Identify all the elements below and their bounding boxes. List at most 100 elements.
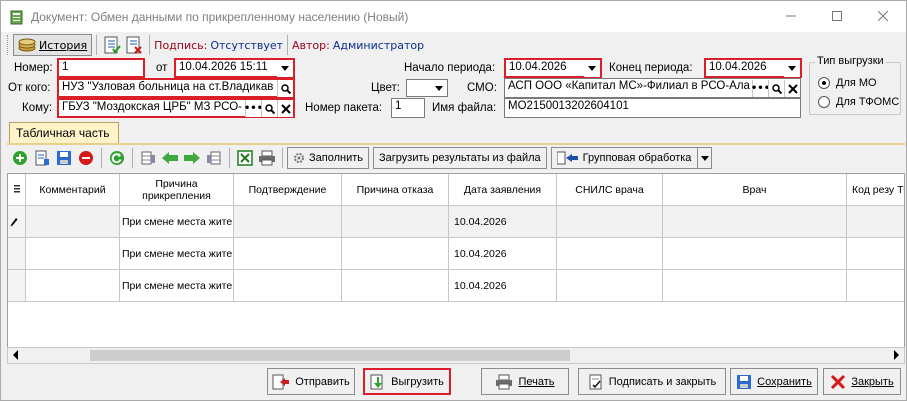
- row-indicator[interactable]: [8, 270, 26, 302]
- packet-field[interactable]: 1: [391, 98, 425, 118]
- column-header-result-code[interactable]: Код резу ТФО: [847, 174, 904, 206]
- smo-clear-button[interactable]: [784, 80, 800, 97]
- checklist-button[interactable]: [101, 34, 123, 56]
- table-cell-result-code[interactable]: [847, 206, 904, 238]
- filename-field[interactable]: MO2150013202604101: [504, 98, 801, 118]
- table-cell-refusal-reason[interactable]: [342, 238, 449, 270]
- minimize-button[interactable]: [768, 1, 814, 31]
- signature-value[interactable]: Отсутствует: [210, 39, 283, 52]
- table-cell-application-date[interactable]: 10.04.2026: [449, 206, 557, 238]
- column-header-application-date[interactable]: Дата заявления: [449, 174, 557, 206]
- row-indicator-header[interactable]: [8, 174, 26, 206]
- table-cell-result-code[interactable]: [847, 270, 904, 302]
- column-header-confirmation[interactable]: Подтверждение: [234, 174, 342, 206]
- table-cell-refusal-reason[interactable]: [342, 206, 449, 238]
- table-cell-attach-reason[interactable]: При смене места жите: [120, 238, 234, 270]
- table-cell-attach-reason[interactable]: При смене места жите: [120, 206, 234, 238]
- print-button[interactable]: Печать: [481, 368, 569, 395]
- period-end-dropdown[interactable]: [784, 60, 800, 77]
- column-header-refusal-reason[interactable]: Причина отказа: [342, 174, 449, 206]
- chevron-down-icon: [435, 85, 443, 91]
- table-cell-doctor[interactable]: [663, 270, 847, 302]
- author-value[interactable]: Администратор: [333, 39, 424, 52]
- scrollbar-thumb[interactable]: [90, 350, 570, 361]
- columns-icon: [141, 151, 155, 165]
- number-label: Номер:: [14, 62, 53, 74]
- move-up-button[interactable]: [159, 147, 181, 169]
- radio-for-tfoms[interactable]: Для ТФОМС: [818, 96, 899, 108]
- smo-search-button[interactable]: [768, 80, 784, 97]
- table-cell-refusal-reason[interactable]: [342, 270, 449, 302]
- export-button[interactable]: Выгрузить: [363, 368, 451, 395]
- scroll-left-icon[interactable]: [12, 350, 20, 360]
- table-cell-result-code[interactable]: [847, 238, 904, 270]
- table-cell-confirmation[interactable]: [234, 238, 342, 270]
- tab-underline: [7, 143, 905, 145]
- to-whom-select-button[interactable]: •••: [244, 100, 263, 117]
- table-toolbar: Заполнить Загрузить результаты из файла …: [9, 146, 899, 170]
- signature-label: Подпись:: [154, 38, 208, 52]
- table-cell-confirmation[interactable]: [234, 270, 342, 302]
- sign-and-close-button[interactable]: Подписать и закрыть: [578, 368, 726, 395]
- from-whom-field[interactable]: НУЗ "Узловая больница на ст.Владикав: [57, 78, 295, 98]
- print-table-button[interactable]: [256, 147, 278, 169]
- table-cell-doctor[interactable]: [663, 238, 847, 270]
- save-button[interactable]: Сохранить: [730, 368, 818, 395]
- table-cell-application-date[interactable]: 10.04.2026: [449, 238, 557, 270]
- filename-label: Имя файла:: [432, 102, 497, 114]
- column-header-doctor[interactable]: Врач: [663, 174, 847, 206]
- tab-table-part[interactable]: Табличная часть: [9, 122, 119, 144]
- row-indicator[interactable]: [8, 206, 26, 238]
- export-icon: [370, 374, 383, 389]
- close-window-button[interactable]: [860, 1, 906, 31]
- excel-export-button[interactable]: [234, 147, 256, 169]
- smo-select-button[interactable]: •••: [751, 80, 770, 97]
- table-cell-confirmation[interactable]: [234, 206, 342, 238]
- number-field[interactable]: 1: [57, 58, 145, 78]
- period-start-dropdown[interactable]: [584, 60, 600, 77]
- table-cell-comment[interactable]: [26, 206, 120, 238]
- table-cell-doctor-snils[interactable]: [557, 270, 663, 302]
- table-cell-comment[interactable]: [26, 238, 120, 270]
- refresh-button[interactable]: [106, 147, 128, 169]
- fill-button[interactable]: Заполнить: [287, 147, 370, 169]
- table-cell-doctor[interactable]: [663, 206, 847, 238]
- send-button[interactable]: Отправить: [267, 368, 355, 395]
- from-whom-search-button[interactable]: [277, 80, 293, 97]
- copy-row-button[interactable]: [31, 147, 53, 169]
- row-indicator[interactable]: [8, 238, 26, 270]
- table-cell-comment[interactable]: [26, 270, 120, 302]
- to-whom-search-button[interactable]: [261, 100, 277, 117]
- to-whom-clear-button[interactable]: [277, 100, 293, 117]
- scroll-right-icon[interactable]: [892, 350, 900, 360]
- table-cell-application-date[interactable]: 10.04.2026: [449, 270, 557, 302]
- color-dropdown[interactable]: [431, 80, 447, 96]
- maximize-button[interactable]: [814, 1, 860, 31]
- load-results-button[interactable]: Загрузить результаты из файла: [373, 147, 547, 169]
- edit-row-button[interactable]: [53, 147, 75, 169]
- author-label: Автор:: [292, 38, 330, 52]
- close-button[interactable]: Закрыть: [823, 368, 901, 395]
- delete-row-button[interactable]: [75, 147, 97, 169]
- radio-for-mo[interactable]: Для МО: [818, 77, 877, 89]
- group-processing-button[interactable]: Групповая обработка: [550, 147, 713, 169]
- move-columns-right-button[interactable]: [203, 147, 225, 169]
- group-dropdown[interactable]: [697, 148, 711, 168]
- save-disk-icon: [57, 151, 71, 165]
- period-start-label: Начало периода:: [404, 62, 496, 74]
- column-header-comment[interactable]: Комментарий: [26, 174, 120, 206]
- from-date-dropdown[interactable]: [277, 60, 293, 77]
- reject-list-button[interactable]: [123, 34, 145, 56]
- horizontal-scrollbar[interactable]: [7, 347, 905, 364]
- add-row-button[interactable]: [9, 147, 31, 169]
- from-whom-label: От кого:: [8, 82, 51, 94]
- column-header-doctor-snils[interactable]: СНИЛС врача: [557, 174, 663, 206]
- column-header-attach-reason[interactable]: Причина прикрепления: [120, 174, 234, 206]
- move-columns-left-button[interactable]: [137, 147, 159, 169]
- table-cell-attach-reason[interactable]: При смене места жите: [120, 270, 234, 302]
- history-button[interactable]: История: [13, 34, 93, 56]
- table-cell-doctor-snils[interactable]: [557, 238, 663, 270]
- table-cell-doctor-snils[interactable]: [557, 206, 663, 238]
- save-disk-icon: [737, 374, 752, 389]
- move-down-button[interactable]: [181, 147, 203, 169]
